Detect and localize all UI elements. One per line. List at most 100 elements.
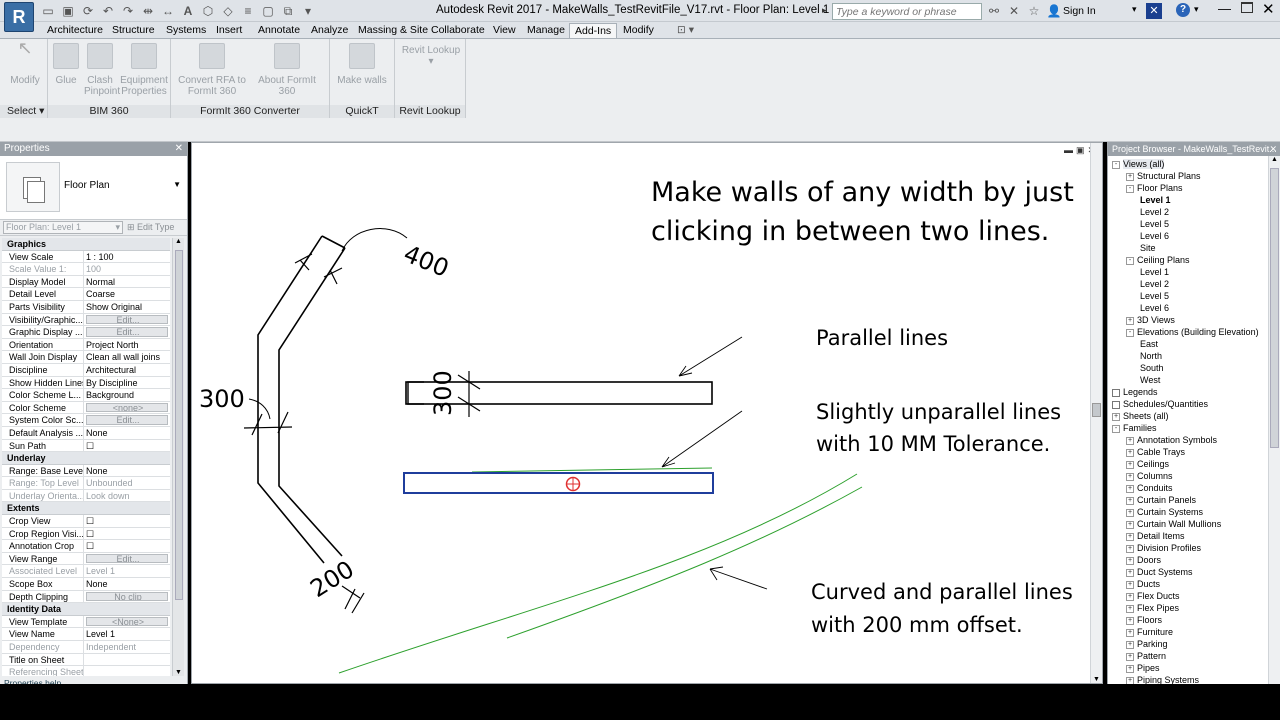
- sign-in-link[interactable]: Sign In: [1063, 5, 1096, 17]
- property-value[interactable]: Edit...: [86, 314, 168, 325]
- expand-icon[interactable]: +: [1126, 472, 1134, 481]
- expand-icon[interactable]: +: [1126, 520, 1134, 529]
- tab-systems[interactable]: Systems: [161, 23, 211, 38]
- expand-icon[interactable]: +: [1126, 484, 1134, 493]
- browser-tree-item[interactable]: + Doors: [1126, 554, 1161, 566]
- property-value[interactable]: Level 1: [84, 628, 170, 640]
- browser-tree-item[interactable]: + Division Profiles: [1126, 542, 1201, 554]
- close-icon[interactable]: ✕: [1262, 0, 1275, 18]
- subscription-icon[interactable]: ✕: [1006, 3, 1022, 19]
- expand-icon[interactable]: +: [1126, 172, 1134, 181]
- browser-tree-item[interactable]: Level 1: [1140, 266, 1169, 278]
- instance-filter-select[interactable]: Floor Plan: Level 1 ▾: [3, 221, 123, 234]
- browser-tree-item[interactable]: Level 6: [1140, 302, 1169, 314]
- expand-icon[interactable]: +: [1126, 508, 1134, 517]
- user-icon[interactable]: 👤: [1046, 3, 1062, 19]
- expand-icon[interactable]: +: [1126, 448, 1134, 457]
- expand-icon[interactable]: +: [1112, 412, 1120, 421]
- help-icon[interactable]: ?: [1176, 3, 1190, 17]
- section-icon[interactable]: ◇: [220, 3, 236, 19]
- browser-tree-item[interactable]: + Piping Systems: [1126, 674, 1199, 684]
- favorites-star-icon[interactable]: ☆: [1026, 3, 1042, 19]
- collapse-icon[interactable]: -: [1126, 328, 1134, 337]
- edit-type-button[interactable]: ⊞ Edit Type: [127, 222, 174, 233]
- canvas-vertical-scrollbar[interactable]: ▼: [1090, 143, 1102, 683]
- undo-icon[interactable]: ↶: [100, 3, 116, 19]
- modify-button[interactable]: ↖ Modify: [8, 39, 42, 86]
- expand-icon[interactable]: +: [1126, 664, 1134, 673]
- collapse-icon[interactable]: -: [1112, 160, 1120, 169]
- prop-section-header[interactable]: Identity Data: [2, 603, 170, 616]
- property-value[interactable]: Background: [84, 389, 170, 401]
- property-value[interactable]: Edit...: [86, 415, 168, 425]
- browser-tree-item[interactable]: West: [1140, 374, 1160, 386]
- browser-tree-item[interactable]: Level 6: [1140, 230, 1169, 242]
- collapse-icon[interactable]: -: [1126, 184, 1134, 193]
- expand-icon[interactable]: +: [1126, 592, 1134, 601]
- browser-tree-item[interactable]: + Flex Pipes: [1126, 602, 1179, 614]
- browser-tree-item[interactable]: +3D Views: [1126, 314, 1175, 326]
- dimension-icon[interactable]: ↔: [160, 3, 176, 19]
- equipment-properties-button[interactable]: Equipment Properties: [120, 43, 168, 97]
- tab-structure[interactable]: Structure: [107, 23, 160, 38]
- maximize-icon[interactable]: [1241, 2, 1253, 13]
- save-icon[interactable]: ▣: [60, 3, 76, 19]
- expand-icon[interactable]: +: [1126, 544, 1134, 553]
- browser-tree-item[interactable]: Level 2: [1140, 278, 1169, 290]
- browser-tree-item[interactable]: + Curtain Systems: [1126, 506, 1203, 518]
- property-value[interactable]: ☐: [84, 515, 170, 527]
- browser-tree-item[interactable]: + Parking: [1126, 638, 1168, 650]
- tab-add-ins[interactable]: Add-Ins: [569, 23, 618, 38]
- property-value[interactable]: No clip: [86, 591, 168, 602]
- browser-tree-item[interactable]: Level 1: [1140, 194, 1171, 206]
- measure-icon[interactable]: ⇹: [140, 3, 156, 19]
- browser-tree-item[interactable]: + Cable Trays: [1126, 446, 1185, 458]
- property-value[interactable]: Show Original: [84, 301, 170, 313]
- sync-icon[interactable]: ⟳: [80, 3, 96, 19]
- property-value[interactable]: <None>: [86, 616, 168, 627]
- tab-manage[interactable]: Manage: [522, 23, 570, 38]
- about-formit-button[interactable]: About FormIt 360: [249, 43, 325, 97]
- property-value[interactable]: Edit...: [86, 327, 168, 337]
- property-value[interactable]: ☐: [84, 528, 170, 540]
- browser-tree-item[interactable]: + Curtain Panels: [1126, 494, 1196, 506]
- browser-tree-item[interactable]: Level 2: [1140, 206, 1169, 218]
- browser-tree-item[interactable]: + Sheets (all): [1112, 410, 1169, 422]
- browser-tree-item[interactable]: South: [1140, 362, 1164, 374]
- properties-scrollbar[interactable]: ▲ ▼: [172, 238, 184, 676]
- properties-close-icon[interactable]: ✕: [175, 142, 183, 156]
- expand-arrow-icon[interactable]: ▸: [822, 5, 827, 16]
- property-value[interactable]: ☐: [84, 440, 170, 452]
- property-value[interactable]: Project North: [84, 339, 170, 351]
- open-icon[interactable]: ▭: [40, 3, 56, 19]
- tab-view[interactable]: View: [488, 23, 521, 38]
- convert-rfa-button[interactable]: Convert RFA to FormIt 360: [177, 43, 247, 97]
- expand-icon[interactable]: +: [1126, 640, 1134, 649]
- browser-tree-item[interactable]: Site: [1140, 242, 1156, 254]
- browser-tree-item[interactable]: + Pipes: [1126, 662, 1160, 674]
- expand-icon[interactable]: +: [1126, 628, 1134, 637]
- revit-lookup-button[interactable]: Revit Lookup ▾: [399, 45, 463, 67]
- browser-tree-item[interactable]: + Flex Ducts: [1126, 590, 1180, 602]
- browser-tree-item[interactable]: - Families: [1112, 422, 1157, 434]
- property-value[interactable]: By Discipline: [84, 377, 170, 389]
- property-value[interactable]: Clean all wall joins: [84, 351, 170, 363]
- tab-analyze[interactable]: Analyze: [306, 23, 353, 38]
- browser-tree-item[interactable]: Level 5: [1140, 218, 1169, 230]
- tab-modify[interactable]: Modify: [618, 23, 659, 38]
- close-hidden-icon[interactable]: ▢: [260, 3, 276, 19]
- expand-icon[interactable]: +: [1126, 568, 1134, 577]
- browser-tree-item[interactable]: Schedules/Quantities: [1112, 398, 1208, 410]
- browser-tree-item[interactable]: - Floor Plans: [1126, 182, 1183, 194]
- collapse-icon[interactable]: -: [1126, 256, 1134, 265]
- browser-tree-item[interactable]: + Detail Items: [1126, 530, 1185, 542]
- help-dropdown-icon[interactable]: ▾: [1194, 4, 1199, 15]
- customize-toolbar-icon[interactable]: ▾: [300, 3, 316, 19]
- browser-tree-item[interactable]: + Annotation Symbols: [1126, 434, 1217, 446]
- property-value[interactable]: Coarse: [84, 288, 170, 300]
- browser-tree-item[interactable]: + Ceilings: [1126, 458, 1169, 470]
- browser-tree-item[interactable]: North: [1140, 350, 1162, 362]
- browser-tree-item[interactable]: + Duct Systems: [1126, 566, 1193, 578]
- expand-icon[interactable]: +: [1126, 580, 1134, 589]
- property-value[interactable]: <none>: [86, 402, 168, 413]
